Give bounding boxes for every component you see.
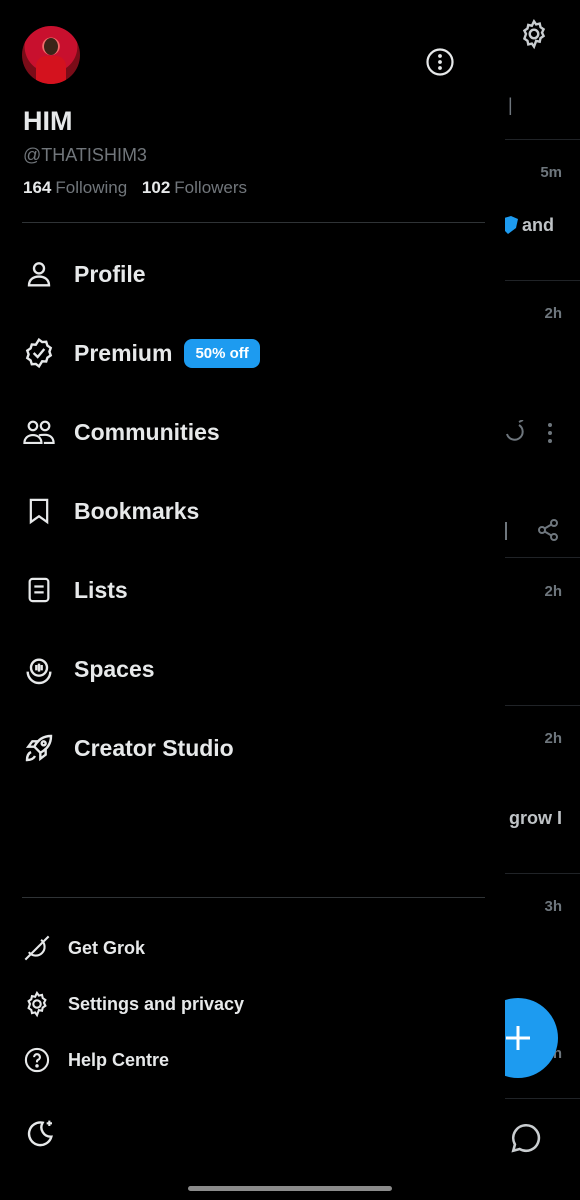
grok-icon[interactable]: [503, 420, 525, 444]
follow-stats: 164 Following 102 Followers: [23, 178, 247, 198]
following-label: Following: [55, 178, 128, 197]
menu-item-communities[interactable]: Communities: [22, 407, 220, 457]
spaces-mic-icon: [26, 658, 52, 685]
followers-count: 102: [141, 178, 171, 197]
display-mode-moon-icon[interactable]: [24, 1118, 56, 1150]
messages-icon[interactable]: [509, 1121, 543, 1155]
feed-time: 5m: [540, 164, 562, 181]
followers-link[interactable]: 102 Followers: [142, 178, 247, 197]
feed-time: 2h: [544, 583, 562, 600]
list-icon: [28, 577, 50, 603]
menu-label: Spaces: [74, 655, 155, 682]
menu-item-bookmarks[interactable]: Bookmarks: [22, 486, 199, 536]
feed-divider: [505, 1098, 580, 1099]
settings-gear-icon[interactable]: [518, 18, 550, 50]
feed-text-fragment: grow I: [509, 808, 562, 828]
avatar-head: [44, 38, 58, 55]
menu-item-get-grok[interactable]: Get Grok: [22, 930, 145, 966]
menu-label: Help Centre: [68, 1049, 170, 1070]
avatar-shirt: [36, 56, 66, 84]
menu-item-premium[interactable]: Premium 50% off: [22, 328, 260, 378]
menu-label: Get Grok: [68, 937, 146, 958]
people-icon: [23, 420, 55, 445]
avatar[interactable]: [22, 26, 80, 84]
following-link[interactable]: 164 Following: [23, 178, 127, 197]
feed-fragment-bar: |: [508, 95, 513, 115]
menu-label: Lists: [74, 576, 128, 603]
gear-icon: [27, 990, 47, 1018]
feed-text-fragment: and: [522, 215, 555, 235]
person-icon: [27, 262, 51, 287]
followers-label: Followers: [174, 178, 248, 197]
menu-label: Premium: [74, 339, 173, 366]
share-icon[interactable]: [536, 518, 560, 542]
bookmark-icon: [29, 498, 49, 525]
feed-divider: [505, 139, 580, 140]
menu-item-profile[interactable]: Profile: [22, 249, 146, 299]
menu-item-help-centre[interactable]: Help Centre: [22, 1042, 169, 1078]
menu-item-lists[interactable]: Lists: [22, 565, 128, 615]
verified-icon: [504, 216, 518, 234]
divider: [22, 897, 485, 898]
rocket-icon: [25, 734, 53, 762]
menu-label: Bookmarks: [74, 497, 200, 524]
feed-time: 2h: [544, 305, 562, 322]
bookmark-icon[interactable]: [504, 520, 514, 542]
more-vertical-icon[interactable]: [544, 422, 556, 444]
menu-label: Communities: [74, 418, 220, 445]
navigation-drawer: HIM @THATISHIM3 164 Following 102 Follower…: [0, 0, 505, 1200]
profile-name[interactable]: HIM: [23, 106, 73, 137]
menu-item-creator-studio[interactable]: Creator Studio: [22, 723, 234, 773]
feed-time: 3h: [544, 898, 562, 915]
feed-divider: [505, 705, 580, 706]
following-count: 164: [23, 178, 52, 197]
plus-icon: [506, 1026, 530, 1050]
discount-badge: 50% off: [184, 338, 260, 368]
menu-label: Creator Studio: [74, 734, 234, 761]
more-options-icon[interactable]: [424, 46, 456, 78]
feed-time: 2h: [544, 730, 562, 747]
menu-label: Profile: [74, 260, 146, 287]
verified-badge-icon: [25, 337, 53, 369]
divider: [22, 222, 485, 223]
feed-divider: [505, 873, 580, 874]
help-icon: [24, 1047, 50, 1073]
home-indicator: [188, 1186, 392, 1191]
feed-divider: [505, 280, 580, 281]
profile-handle: @THATISHIM3: [23, 145, 147, 165]
grok-icon: [24, 935, 50, 961]
menu-item-settings-and-privacy[interactable]: Settings and privacy: [22, 986, 244, 1022]
feed-divider: [505, 557, 580, 558]
menu-item-spaces[interactable]: Spaces: [22, 644, 155, 694]
menu-label: Settings and privacy: [68, 993, 245, 1014]
